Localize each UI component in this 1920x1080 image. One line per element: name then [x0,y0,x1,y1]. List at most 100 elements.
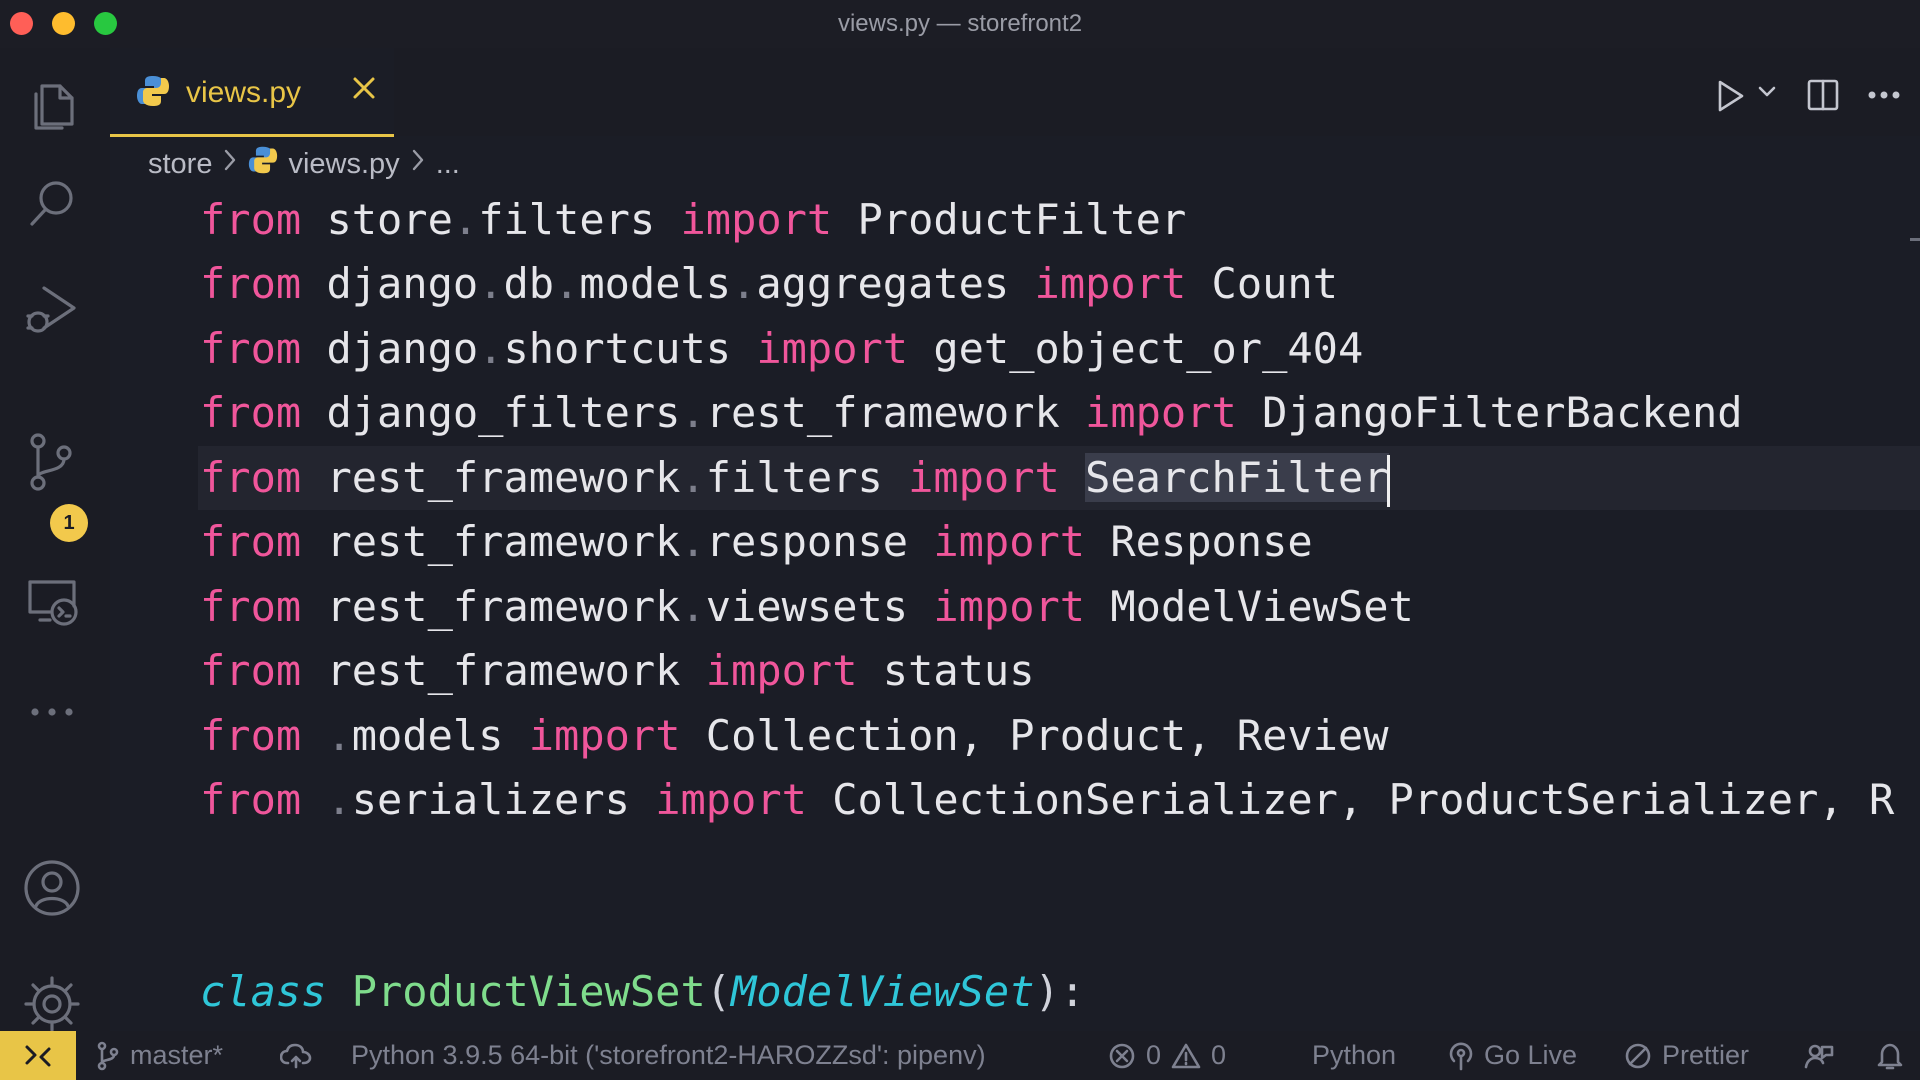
module-dot: . [478,259,504,308]
text-cursor [1386,454,1390,507]
from-keyword: from [200,517,302,566]
more-actions-icon[interactable] [1864,80,1904,115]
from-keyword: from [200,711,302,760]
source-control-icon[interactable] [20,430,84,494]
import-keyword: import [756,324,909,373]
account-icon[interactable] [20,856,84,920]
notifications-bell-icon[interactable] [1876,1031,1904,1080]
imported-names: get_object_or_404 [933,324,1364,373]
sync-icon[interactable] [280,1031,312,1080]
class-name: ProductViewSet [351,967,706,1016]
module-name: django_filters [326,388,681,437]
import-keyword: import [1085,388,1237,437]
imported-names: DjangoFilterBackend [1262,388,1743,437]
settings-icon[interactable] [20,972,84,1036]
breadcrumb-tail[interactable]: ... [436,148,460,181]
branch-name: master* [130,1040,224,1070]
go-live-label: Go Live [1484,1040,1578,1070]
prettier-icon [1625,1043,1651,1068]
code-line-class[interactable]: class ProductViewSet(ModelViewSet): [200,960,1085,1024]
paren-colon: ): [1034,967,1086,1016]
close-tab-icon[interactable] [346,70,382,106]
code-line[interactable]: from store.filters import ProductFilter [200,188,1186,252]
from-keyword: from [200,195,302,244]
go-live-button[interactable]: Go Live [1448,1031,1577,1080]
minimize-window-button[interactable] [52,12,75,35]
tab-bar: views.py [110,48,1920,137]
python-interpreter[interactable]: Python 3.9.5 64-bit ('storefront2-HAROZZ… [351,1031,986,1080]
source-control-badge: 1 [50,504,88,542]
code-editor[interactable]: from store.filters import ProductFilter f… [110,188,1920,1031]
module-dot: . [326,711,352,760]
breadcrumb-file[interactable]: views.py [288,148,399,181]
code-line[interactable]: from django.shortcuts import get_object_… [200,317,1363,381]
module-dot: . [452,195,479,244]
overview-ruler-mark [1910,238,1920,241]
feedback-icon[interactable] [1804,1031,1834,1080]
module-name: shortcuts [503,324,732,373]
imported-names: CollectionSerializer, ProductSerializer,… [832,775,1895,824]
module-name: django [326,324,479,373]
breadcrumb: store views.py ... [148,144,460,184]
run-debug-icon[interactable] [20,278,84,342]
tab-views-py[interactable]: views.py [110,48,394,137]
breadcrumb-folder[interactable]: store [148,148,212,181]
remote-explorer-icon[interactable] [20,570,84,634]
module-name: django [326,259,479,308]
module-dot: . [478,324,504,373]
chevron-right-icon [222,147,238,181]
class-keyword: class [200,967,327,1016]
prettier-status[interactable]: Prettier [1624,1031,1749,1080]
module-dot: . [326,775,352,824]
remote-indicator-icon[interactable] [0,1031,76,1080]
warning-icon [1171,1043,1201,1068]
warning-count: 0 [1211,1040,1227,1070]
import-keyword: import [1034,259,1187,308]
code-line[interactable]: from .models import Collection, Product,… [200,704,1389,768]
window-title: views.py — storefront2 [837,10,1083,37]
code-line[interactable]: from rest_framework.response import Resp… [200,510,1313,574]
window-controls [10,12,117,35]
close-window-button[interactable] [10,12,33,35]
code-line[interactable]: from .serializers import CollectionSeria… [200,768,1894,832]
status-bar: master* Python 3.9.5 64-bit ('storefront… [0,1031,1920,1080]
code-line[interactable]: from rest_framework.viewsets import Mode… [200,575,1414,639]
paren: ( [705,967,732,1016]
code-line[interactable]: from rest_framework import status [200,639,1035,703]
import-keyword: import [933,517,1086,566]
python-file-icon [136,74,170,113]
code-line[interactable]: from rest_framework.filters import Searc… [200,446,1390,510]
maximize-window-button[interactable] [94,12,117,35]
module-name: serializers [351,775,630,824]
search-icon[interactable] [20,172,84,236]
explorer-icon[interactable] [20,76,84,140]
module-name: filters [705,453,883,502]
code-line[interactable]: from django.db.models.aggregates import … [200,252,1338,316]
chevron-down-icon[interactable] [1756,82,1778,107]
more-icon[interactable] [20,680,84,744]
from-keyword: from [200,388,302,437]
from-keyword: from [200,775,302,824]
module-name: response [705,517,909,566]
problems-status[interactable]: 0 0 [1108,1031,1226,1080]
broadcast-icon [1449,1042,1473,1070]
imported-names: ProductFilter [857,195,1187,244]
from-keyword: from [200,259,302,308]
activity-bar: 1 [0,48,110,1032]
language-mode[interactable]: Python [1312,1031,1396,1080]
module-dot: . [554,259,580,308]
interpreter-label: Python 3.9.5 64-bit ('storefront2-HAROZZ… [351,1040,986,1070]
module-name: rest_framework [326,517,681,566]
module-name: viewsets [705,582,909,631]
code-line[interactable]: from django_filters.rest_framework impor… [200,381,1743,445]
module-name: db [503,259,555,308]
run-icon[interactable] [1710,76,1750,121]
error-icon [1109,1043,1135,1068]
imported-names: Response [1110,517,1313,566]
split-editor-icon[interactable] [1804,76,1842,119]
import-keyword: import [933,582,1086,631]
module-name: rest_framework [326,646,681,695]
branch-status[interactable]: master* [96,1031,223,1080]
chevron-right-icon [410,147,426,181]
editor-actions [1700,70,1920,120]
